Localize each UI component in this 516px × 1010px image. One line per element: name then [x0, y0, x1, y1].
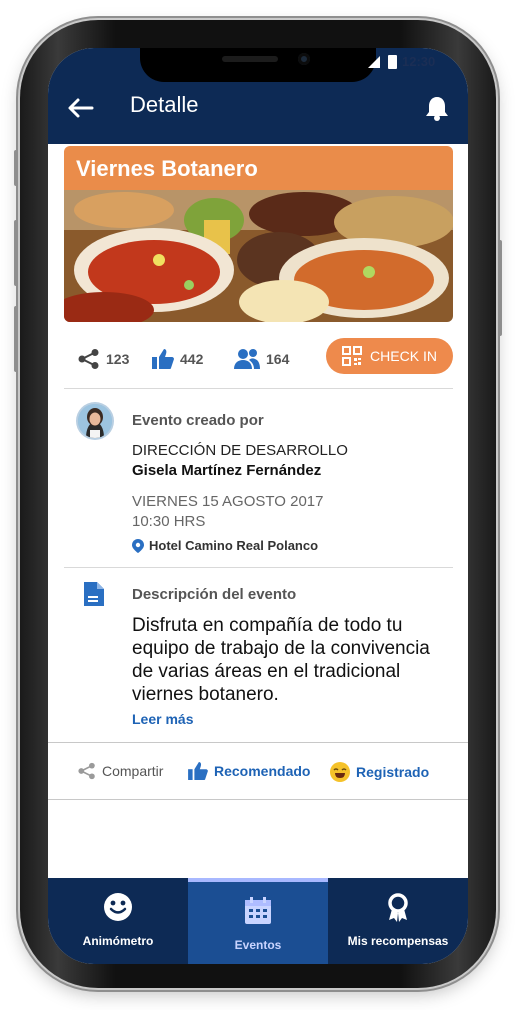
bottom-tab-bar: Animómetro Eventos Mis recompensas: [48, 878, 468, 964]
avatar-image: [78, 404, 112, 438]
tab-label: Eventos: [234, 938, 282, 952]
like-count[interactable]: 442: [152, 348, 203, 370]
divider: [64, 567, 453, 568]
app-screen: Detalle 12:30 Viernes Botanero 123 442 1…: [48, 48, 468, 964]
event-time: 10:30 HRS: [132, 513, 206, 530]
calendar-icon: [245, 897, 271, 924]
page-title: Detalle: [130, 92, 199, 117]
share-icon: [78, 349, 99, 369]
recommended-button-label: Recomendado: [214, 763, 311, 779]
share-icon: [78, 762, 95, 780]
back-arrow-icon[interactable]: [66, 96, 94, 120]
device-notch: [140, 48, 376, 82]
tab-label: Animómetro: [82, 934, 154, 948]
event-card[interactable]: Viernes Botanero: [64, 146, 453, 322]
recommended-button[interactable]: Recomendado: [188, 762, 310, 780]
volume-up-button: [14, 220, 19, 286]
award-ribbon-icon: [388, 893, 408, 922]
thumbs-up-icon: [152, 349, 174, 369]
tab-animometro[interactable]: Animómetro: [48, 878, 188, 964]
event-date: VIERNES 15 AGOSTO 2017: [132, 493, 324, 510]
event-location[interactable]: Hotel Camino Real Polanco: [132, 538, 318, 553]
tab-mis-recompensas[interactable]: Mis recompensas: [328, 878, 468, 964]
avatar[interactable]: [78, 404, 112, 438]
people-icon: [234, 349, 260, 369]
created-by-label: Evento creado por: [132, 412, 264, 429]
check-in-button[interactable]: CHECK IN: [326, 338, 453, 374]
description-label: Descripción del evento: [132, 586, 297, 603]
registered-button[interactable]: Registrado: [330, 762, 429, 782]
event-photo: [64, 190, 453, 322]
like-count-value: 442: [180, 351, 204, 367]
divider: [64, 388, 453, 389]
attendee-count[interactable]: 164: [234, 348, 289, 370]
status-bar: 12:30: [358, 48, 468, 76]
event-actions: Compartir Recomendado Registrado: [48, 742, 468, 800]
check-in-label: CHECK IN: [370, 348, 437, 364]
attendee-count-value: 164: [266, 351, 290, 367]
share-button-label: Compartir: [102, 763, 164, 779]
divider: [48, 799, 468, 800]
share-count-value: 123: [106, 351, 130, 367]
event-description: Disfruta en compañía de todo tu equipo d…: [132, 615, 430, 705]
qr-code-icon: [342, 346, 363, 366]
event-stats: 123 442 164 CHECK IN: [48, 330, 468, 386]
read-more-link[interactable]: Leer más: [132, 711, 193, 727]
battery-icon: [388, 55, 397, 69]
volume-down-button: [14, 306, 19, 372]
notification-bell-icon[interactable]: [424, 94, 450, 122]
smiley-emoji-icon: [330, 762, 350, 782]
thumbs-up-icon: [188, 762, 208, 780]
creator-name: Gisela Martínez Fernández: [132, 462, 322, 479]
department-name: DIRECCIÓN DE DESARROLLO: [132, 442, 348, 459]
event-title: Viernes Botanero: [64, 146, 453, 190]
location-pin-icon: [132, 538, 144, 553]
registered-button-label: Registrado: [356, 764, 430, 780]
share-button[interactable]: Compartir: [78, 762, 163, 780]
smiley-icon: [104, 893, 132, 921]
status-time: 12:30: [402, 54, 436, 69]
signal-icon: [368, 56, 380, 68]
power-button: [497, 240, 502, 336]
event-location-label: Hotel Camino Real Polanco: [149, 538, 319, 553]
document-icon: [84, 582, 104, 606]
share-count[interactable]: 123: [78, 348, 129, 370]
device-mockup: Detalle 12:30 Viernes Botanero 123 442 1…: [0, 0, 516, 1010]
tab-label: Mis recompensas: [347, 934, 449, 948]
tab-eventos[interactable]: Eventos: [188, 878, 328, 964]
mute-switch: [14, 150, 19, 186]
